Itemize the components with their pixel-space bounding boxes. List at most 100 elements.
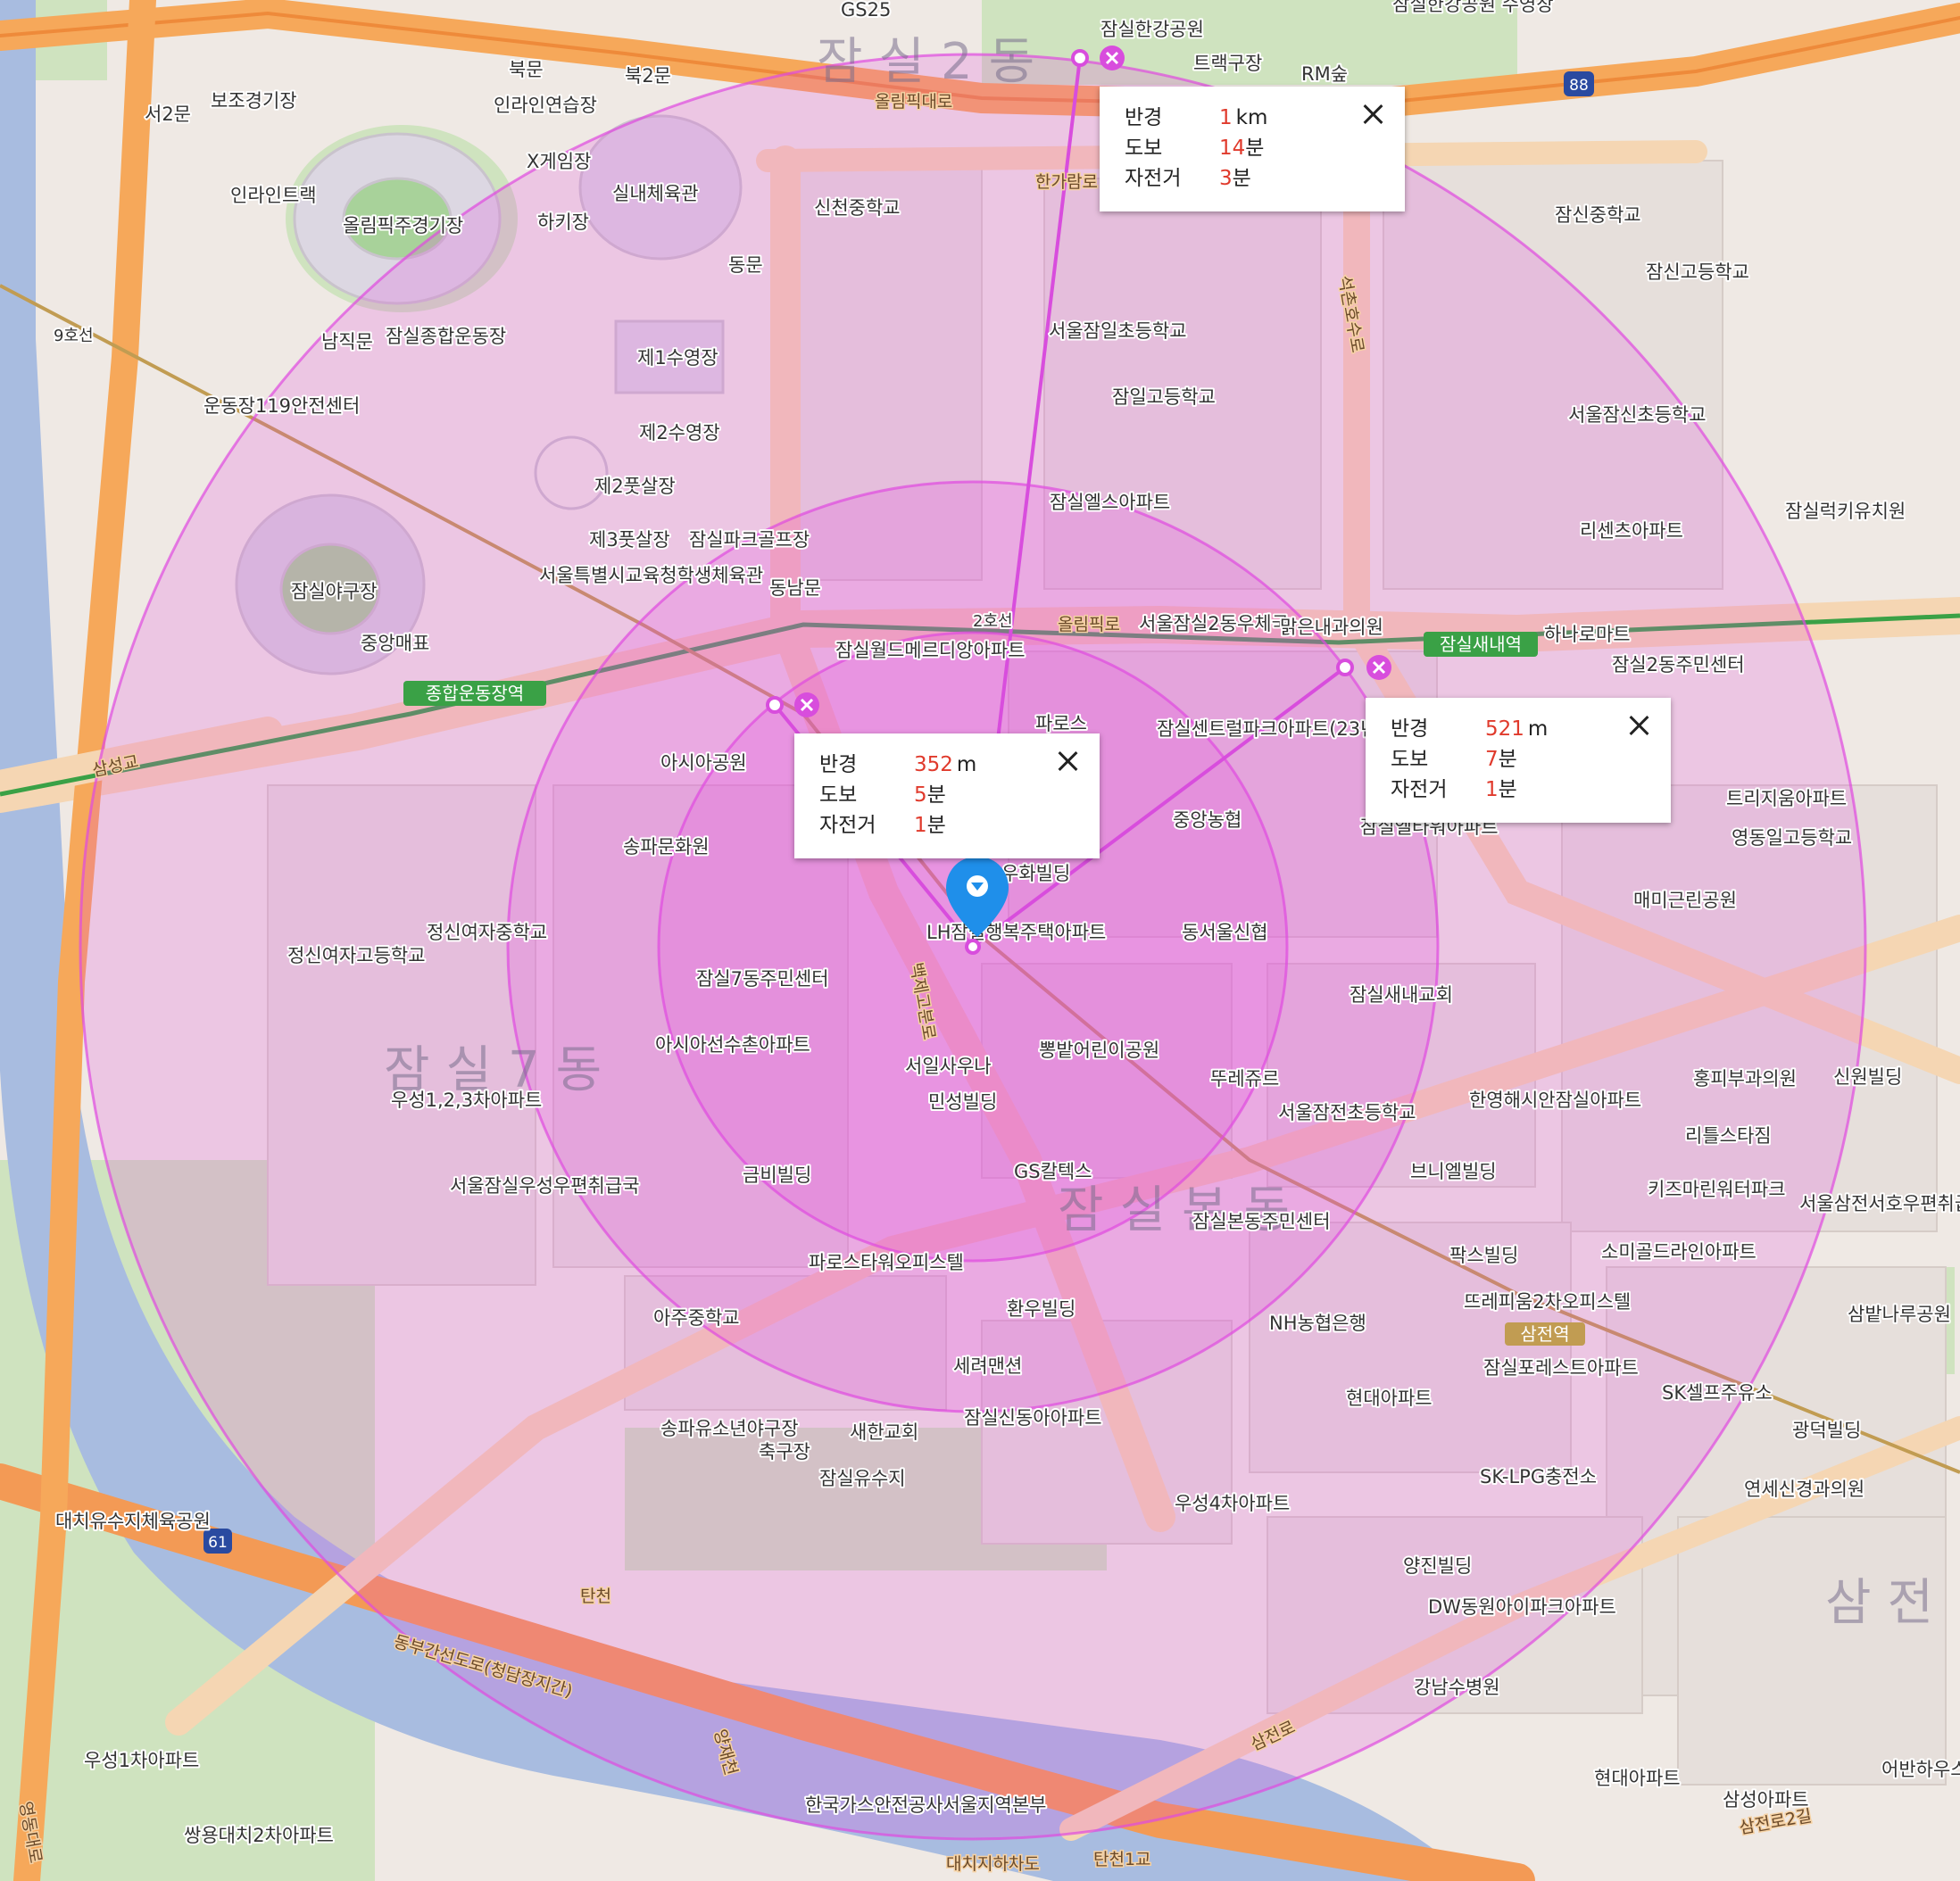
walk-row: 도보 7분	[1391, 744, 1517, 775]
bike-value: 1	[914, 814, 927, 837]
place-label: 파로스타워오피스텔	[809, 1252, 964, 1273]
place-label: 리틀스타짐	[1685, 1125, 1772, 1147]
place-label: 매미근린공원	[1633, 890, 1737, 911]
place-label: 광덕빌딩	[1792, 1420, 1861, 1441]
place-label: 영동일고등학교	[1732, 827, 1852, 849]
measure-popup-1km: 반경 1 km 도보 14분 자전거 3분	[1100, 87, 1405, 211]
place-label: X게임장	[527, 151, 591, 172]
road-label: 올림픽로	[1058, 615, 1120, 634]
line-2-label: 2호선	[973, 612, 1013, 631]
place-label: 트리지움아파트	[1726, 788, 1847, 809]
place-label: 파로스	[1035, 713, 1087, 734]
place-label: 실내체육관	[612, 183, 699, 204]
station-jamsil-saenae: 잠실새내역	[1440, 634, 1522, 655]
measure-popup-521m: 반경 521 m 도보 7분 자전거 1분	[1366, 698, 1671, 823]
station-samjeon: 삼전역	[1520, 1323, 1569, 1345]
place-label: 신천중학교	[814, 197, 901, 219]
place-label: 서울잠실2동우체국	[1139, 613, 1289, 634]
radius-row: 반경 352 m	[819, 750, 976, 780]
place-label: 삼성아파트	[1723, 1789, 1809, 1811]
place-label: 서울잠실우성우편취급국	[450, 1175, 640, 1197]
radius-value: 1	[1219, 106, 1233, 129]
place-label: 잠신고등학교	[1646, 261, 1749, 283]
place-label: 축구장	[759, 1441, 810, 1463]
place-label: 환우빌딩	[1007, 1298, 1076, 1320]
place-label: 동문	[728, 254, 763, 276]
place-label: 잠일고등학교	[1112, 386, 1216, 408]
walk-value: 14	[1219, 137, 1246, 160]
place-label: 우화빌딩	[1001, 863, 1070, 884]
bike-unit: 분	[1232, 167, 1251, 190]
place-label: 제2풋살장	[594, 476, 676, 497]
place-label: 세려맨션	[953, 1355, 1022, 1377]
place-label: 우성4차아파트	[1175, 1493, 1290, 1514]
place-label: 잠실럭키유치원	[1785, 501, 1906, 522]
place-label: 강남수병원	[1414, 1677, 1500, 1698]
place-label: 뽕밭어린이공원	[1039, 1040, 1159, 1061]
place-label: 잠실종합운동장	[386, 326, 506, 347]
place-label: 쌍용대치2차아파트	[184, 1825, 334, 1846]
place-label: 서일사우나	[905, 1056, 992, 1077]
walk-unit: 분	[1498, 748, 1517, 771]
place-label: 서울삼전서호우편취급국	[1799, 1193, 1960, 1214]
walk-unit: 분	[1245, 137, 1265, 160]
place-label: 금비빌딩	[743, 1164, 811, 1186]
svg-text:88: 88	[1569, 77, 1589, 95]
place-label: 송파유소년야구장	[660, 1418, 799, 1439]
place-label: 잠실엘스아파트	[1050, 492, 1170, 513]
radius-row: 반경 521 m	[1391, 714, 1548, 744]
line-9-label: 9호선	[54, 327, 94, 345]
walk-row: 도보 14분	[1125, 133, 1264, 163]
walk-label: 도보	[1125, 137, 1163, 160]
place-label: 우성1,2,3차아파트	[391, 1090, 542, 1111]
place-label: GS25	[841, 0, 891, 21]
place-label: 한영해시안잠실아파트	[1469, 1090, 1641, 1111]
place-label: 서2문	[145, 104, 191, 125]
place-label: 운동장119안전센터	[203, 395, 360, 417]
radius-label: 반경	[819, 753, 858, 776]
place-label: 하키장	[537, 211, 589, 233]
place-label: 북문	[509, 59, 544, 80]
walk-unit: 분	[926, 783, 946, 807]
place-label: 어반하우스	[1881, 1759, 1960, 1780]
road-label: 올림픽대로	[875, 92, 952, 112]
endpoint-521m	[1336, 659, 1354, 676]
place-label: 하나로마트	[1544, 624, 1631, 645]
place-label: 서울특별시교육청학생체육관	[539, 565, 763, 586]
place-label: 중앙농협	[1173, 809, 1242, 831]
place-label: 새한교회	[850, 1421, 918, 1443]
svg-text:61: 61	[208, 1534, 228, 1552]
place-label: 서울잠신초등학교	[1568, 404, 1707, 426]
place-label: 팍스빌딩	[1449, 1245, 1518, 1266]
place-label: 리센츠아파트	[1580, 520, 1683, 542]
place-label: 대치유수지체육공원	[55, 1511, 211, 1532]
close-icon[interactable]	[1053, 746, 1084, 776]
place-label: 잠실7동주민센터	[696, 968, 829, 990]
road-label: 탄천	[580, 1587, 611, 1606]
radius-value: 521	[1485, 717, 1524, 741]
map-canvas[interactable]: 88 61 잠실2동 잠실7동 잠실본동 삼전 종합운동장역 잠실새내역 삼전역…	[0, 0, 1960, 1881]
place-label: 남직문	[321, 331, 373, 352]
place-label: 인라인연습장	[494, 95, 597, 116]
walk-label: 도보	[819, 783, 858, 807]
close-icon[interactable]	[1624, 710, 1655, 741]
measure-origin-dot	[965, 939, 981, 955]
place-label: 아주중학교	[653, 1307, 740, 1329]
place-label: 뚜레쥬르	[1210, 1068, 1279, 1090]
radius-unit: m	[1527, 717, 1549, 741]
place-label: LH잠실행복주택아파트	[926, 922, 1106, 943]
bike-row: 자전거 1분	[819, 810, 946, 841]
place-label: 민성빌딩	[928, 1091, 997, 1113]
place-label: 잠실유수지	[819, 1468, 906, 1489]
bike-label: 자전거	[1125, 167, 1182, 190]
place-label: 트랙구장	[1193, 53, 1262, 74]
bike-row: 자전거 1분	[1391, 775, 1517, 805]
place-label: 브니엘빌딩	[1410, 1161, 1497, 1182]
place-label: 잠실신동아아파트	[964, 1407, 1102, 1429]
place-label: 서울잠전초등학교	[1278, 1102, 1416, 1123]
walk-row: 도보 5분	[819, 780, 946, 810]
close-icon[interactable]	[1358, 99, 1389, 129]
radius-row: 반경 1 km	[1125, 103, 1267, 133]
place-label: SK-LPG충전소	[1480, 1466, 1597, 1487]
bike-value: 1	[1485, 778, 1499, 801]
